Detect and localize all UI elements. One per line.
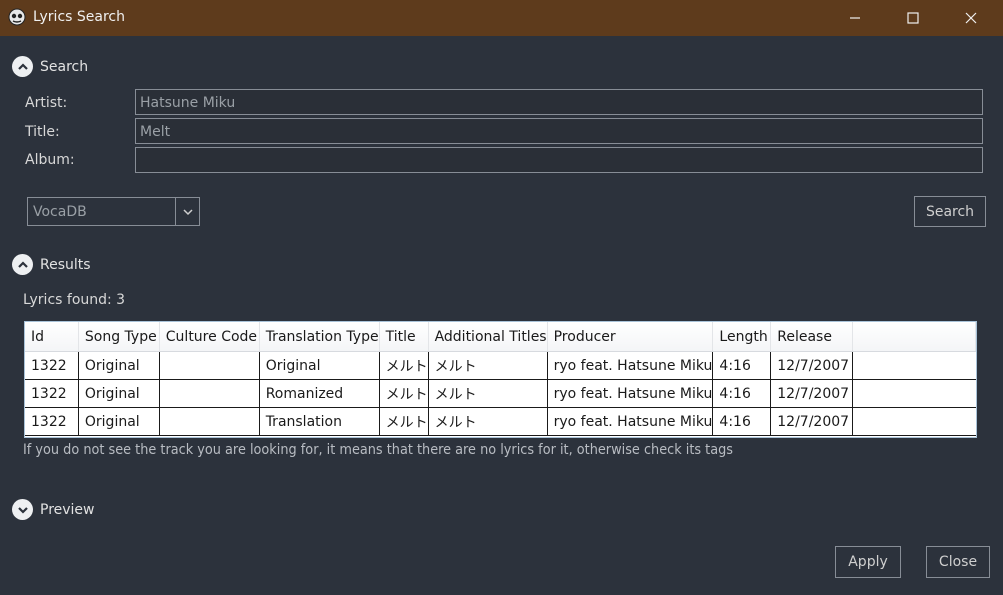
search-section-label: Search	[40, 58, 89, 75]
close-window-button[interactable]	[948, 0, 994, 36]
chevron-down-icon	[12, 499, 33, 520]
chevron-down-icon[interactable]	[175, 198, 199, 225]
cell-release: 12/7/2007	[770, 379, 854, 408]
search-section-toggle[interactable]: Search	[12, 56, 88, 77]
lyrics-count: Lyrics found: 3	[23, 292, 126, 308]
column-header-release[interactable]: Release	[770, 322, 854, 352]
results-section-label: Results	[40, 256, 91, 273]
cell-song-type: Original	[78, 379, 160, 408]
preview-section-toggle[interactable]: Preview	[12, 499, 95, 520]
cell-title: メルト	[379, 407, 429, 436]
cell-id: 1322	[25, 407, 79, 436]
close-icon	[965, 12, 977, 24]
cell-song-type: Original	[78, 351, 160, 380]
source-value: VocaDB	[33, 204, 87, 220]
minimize-button[interactable]	[832, 0, 878, 36]
results-section-toggle[interactable]: Results	[12, 254, 91, 275]
cell-culture-code	[159, 379, 260, 408]
table-row[interactable]: 1322 Original Romanized メルト メルト ryo feat…	[25, 379, 976, 408]
cell-filler	[852, 379, 976, 408]
cell-release: 12/7/2007	[770, 407, 854, 436]
maximize-icon	[907, 12, 919, 24]
cell-id: 1322	[25, 379, 79, 408]
table-row[interactable]: 1322 Original Translation メルト メルト ryo fe…	[25, 407, 976, 436]
cell-title: メルト	[379, 379, 429, 408]
column-header-length[interactable]: Length	[712, 322, 772, 352]
title-label: Title:	[25, 124, 60, 140]
chevron-up-icon	[12, 254, 33, 275]
chevron-up-icon	[12, 56, 33, 77]
cell-filler	[852, 407, 976, 436]
cell-length: 4:16	[712, 407, 772, 436]
cell-id: 1322	[25, 351, 79, 380]
cell-culture-code	[159, 351, 260, 380]
cell-additional-titles: メルト	[428, 379, 548, 408]
foobar-icon[interactable]	[8, 8, 26, 26]
cell-producer: ryo feat. Hatsune Miku	[547, 351, 714, 380]
column-header-translation-type[interactable]: Translation Type	[259, 322, 380, 352]
table-header-row: Id Song Type Culture Code Translation Ty…	[25, 322, 976, 352]
source-dropdown[interactable]: VocaDB	[27, 197, 200, 226]
search-button[interactable]: Search	[914, 196, 986, 227]
cell-producer: ryo feat. Hatsune Miku	[547, 407, 714, 436]
cell-producer: ryo feat. Hatsune Miku	[547, 379, 714, 408]
cell-translation-type: Romanized	[259, 379, 380, 408]
close-button[interactable]: Close	[926, 546, 990, 578]
album-label: Album:	[25, 152, 75, 168]
window-title: Lyrics Search	[33, 9, 125, 25]
cell-culture-code	[159, 407, 260, 436]
column-header-culture-code[interactable]: Culture Code	[159, 322, 260, 352]
column-header-additional-titles[interactable]: Additional Titles	[428, 322, 548, 352]
title-input[interactable]: Melt	[135, 118, 983, 144]
title-bar: Lyrics Search	[0, 0, 1003, 36]
preview-section-label: Preview	[40, 501, 95, 518]
column-header-song-type[interactable]: Song Type	[78, 322, 160, 352]
cell-length: 4:16	[712, 351, 772, 380]
cell-additional-titles: メルト	[428, 351, 548, 380]
cell-translation-type: Original	[259, 351, 380, 380]
artist-label: Artist:	[25, 95, 68, 111]
column-header-filler	[852, 322, 976, 352]
results-hint: If you do not see the track you are look…	[23, 442, 795, 458]
results-table[interactable]: Id Song Type Culture Code Translation Ty…	[24, 321, 977, 438]
column-header-title[interactable]: Title	[379, 322, 429, 352]
table-row[interactable]: 1322 Original Original メルト メルト ryo feat.…	[25, 351, 976, 380]
maximize-button[interactable]	[890, 0, 936, 36]
minimize-icon	[850, 17, 860, 19]
artist-input[interactable]: Hatsune Miku	[135, 89, 983, 115]
cell-title: メルト	[379, 351, 429, 380]
column-header-id[interactable]: Id	[25, 322, 79, 352]
apply-button[interactable]: Apply	[835, 546, 901, 578]
cell-song-type: Original	[78, 407, 160, 436]
column-header-producer[interactable]: Producer	[547, 322, 714, 352]
cell-release: 12/7/2007	[770, 351, 854, 380]
cell-translation-type: Translation	[259, 407, 380, 436]
cell-additional-titles: メルト	[428, 407, 548, 436]
cell-filler	[852, 351, 976, 380]
cell-length: 4:16	[712, 379, 772, 408]
album-input[interactable]	[135, 147, 983, 173]
results-hint-text: If you do not see the track you are look…	[23, 442, 734, 458]
